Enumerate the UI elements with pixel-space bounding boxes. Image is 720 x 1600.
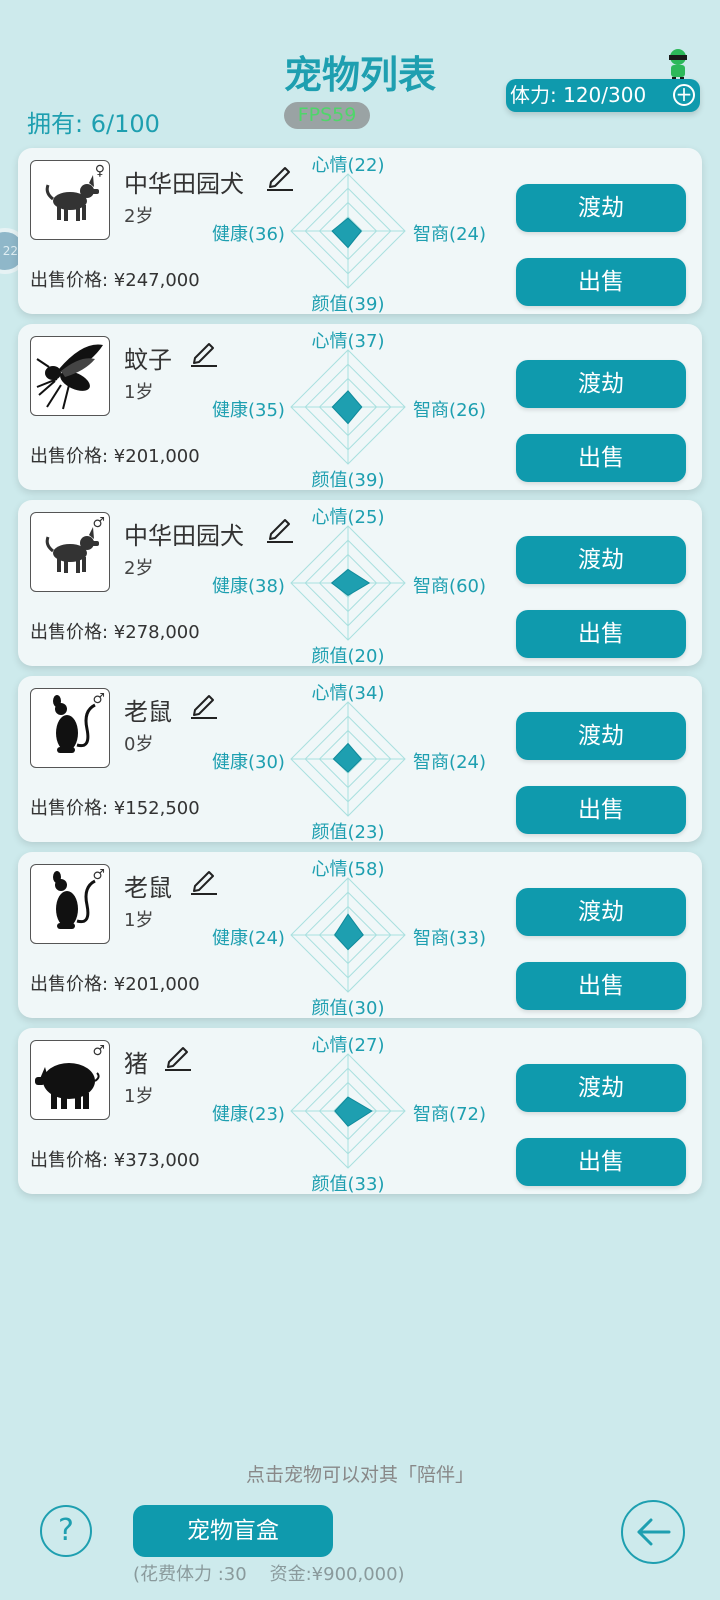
stat-intelligence: 智商(33) xyxy=(413,928,486,949)
stat-mood: 心情(25) xyxy=(311,507,385,528)
stats-radar: 心情(27) 智商(72) 颜值(33) 健康(23) xyxy=(210,1028,486,1195)
stat-mood: 心情(27) xyxy=(311,1035,385,1056)
tribulation-button[interactable]: 渡劫 xyxy=(516,1064,686,1112)
pet-age: 2岁 xyxy=(124,558,154,579)
gender-icon: ♀ xyxy=(94,163,105,179)
stat-looks: 颜值(33) xyxy=(311,1174,385,1195)
stat-looks: 颜值(23) xyxy=(311,822,385,843)
radar-value-shape xyxy=(331,390,363,425)
pet-card[interactable]: ♀ 中华田园犬 2岁 出售价格: ¥247,000 心情(22) 智商(24) … xyxy=(18,148,702,315)
sell-button[interactable]: 出售 xyxy=(516,258,686,306)
edit-name-icon[interactable] xyxy=(163,1042,193,1072)
stat-health: 健康(23) xyxy=(212,1104,285,1125)
gender-icon: ♂ xyxy=(92,515,105,531)
tribulation-button[interactable]: 渡劫 xyxy=(516,712,686,760)
dog-avatar[interactable]: ♂ xyxy=(30,512,110,592)
pet-age: 1岁 xyxy=(124,382,154,403)
pet-card[interactable]: ♂ 猪 1岁 出售价格: ¥373,000 心情(27) 智商(72) 颜值(3… xyxy=(18,1028,702,1195)
fps-badge: FPS59 xyxy=(284,102,370,129)
stat-mood: 心情(34) xyxy=(311,683,385,704)
stat-health: 健康(24) xyxy=(212,928,285,949)
radar-value-shape xyxy=(330,568,371,597)
pet-price: 出售价格: ¥201,000 xyxy=(30,974,200,995)
hint-text: 点击宠物可以对其「陪伴」 xyxy=(245,1464,474,1486)
pet-name: 老鼠 xyxy=(124,874,172,902)
stat-mood: 心情(22) xyxy=(311,155,385,176)
pet-card[interactable]: ♂ 中华田园犬 2岁 出售价格: ¥278,000 心情(25) 智商(60) … xyxy=(18,500,702,667)
stat-mood: 心情(37) xyxy=(311,331,385,352)
stat-health: 健康(38) xyxy=(212,576,285,597)
pet-card[interactable]: ♂ 老鼠 0岁 出售价格: ¥152,500 心情(34) 智商(24) 颜值(… xyxy=(18,676,702,843)
stat-looks: 颜值(39) xyxy=(311,470,385,491)
stamina-label: 体力: 120/300 xyxy=(510,83,647,107)
rat-avatar[interactable]: ♂ xyxy=(30,688,110,768)
gender-icon: ♂ xyxy=(92,867,105,883)
stat-intelligence: 智商(26) xyxy=(413,400,486,421)
stats-radar: 心情(58) 智商(33) 颜值(30) 健康(24) xyxy=(210,852,486,1019)
stats-radar: 心情(22) 智商(24) 颜值(39) 健康(36) xyxy=(210,148,486,315)
sell-button[interactable]: 出售 xyxy=(516,610,686,658)
pet-name: 蚊子 xyxy=(124,346,172,374)
pet-name: 猪 xyxy=(124,1050,148,1078)
sell-button[interactable]: 出售 xyxy=(516,1138,686,1186)
pet-card[interactable]: 蚊子 1岁 出售价格: ¥201,000 心情(37) 智商(26) 颜值(39… xyxy=(18,324,702,491)
stat-mood: 心情(58) xyxy=(311,859,385,880)
tribulation-button[interactable]: 渡劫 xyxy=(516,184,686,232)
stat-intelligence: 智商(72) xyxy=(413,1104,486,1125)
sell-button[interactable]: 出售 xyxy=(516,786,686,834)
stat-health: 健康(30) xyxy=(212,752,285,773)
stats-radar: 心情(37) 智商(26) 颜值(39) 健康(35) xyxy=(210,324,486,491)
stat-health: 健康(35) xyxy=(212,400,285,421)
stat-looks: 颜值(30) xyxy=(311,998,385,1019)
stat-intelligence: 智商(24) xyxy=(413,752,486,773)
pet-age: 0岁 xyxy=(124,734,154,755)
pet-price: 出售价格: ¥247,000 xyxy=(30,270,200,291)
help-button[interactable]: ? xyxy=(40,1505,92,1557)
stamina-bar: 体力: 120/300 + xyxy=(506,79,700,112)
gender-icon: ♂ xyxy=(92,1043,105,1059)
stat-looks: 颜值(20) xyxy=(311,646,385,667)
rat-avatar[interactable]: ♂ xyxy=(30,864,110,944)
arrow-left-icon xyxy=(637,1518,671,1546)
pet-price: 出售价格: ¥152,500 xyxy=(30,798,200,819)
stat-intelligence: 智商(24) xyxy=(413,224,486,245)
pet-price: 出售价格: ¥278,000 xyxy=(30,622,200,643)
stat-looks: 颜值(39) xyxy=(311,294,385,315)
tribulation-button[interactable]: 渡劫 xyxy=(516,888,686,936)
pet-age: 1岁 xyxy=(124,1086,154,1107)
tribulation-button[interactable]: 渡劫 xyxy=(516,360,686,408)
tribulation-button[interactable]: 渡劫 xyxy=(516,536,686,584)
radar-value-shape xyxy=(334,913,364,951)
stat-intelligence: 智商(60) xyxy=(413,576,486,597)
pig-avatar[interactable]: ♂ xyxy=(30,1040,110,1120)
pet-card[interactable]: ♂ 老鼠 1岁 出售价格: ¥201,000 心情(58) 智商(33) 颜值(… xyxy=(18,852,702,1019)
stats-radar: 心情(25) 智商(60) 颜值(20) 健康(38) xyxy=(210,500,486,667)
dog-avatar[interactable]: ♀ xyxy=(30,160,110,240)
sell-button[interactable]: 出售 xyxy=(516,434,686,482)
pet-age: 1岁 xyxy=(124,910,154,931)
sell-button[interactable]: 出售 xyxy=(516,962,686,1010)
radar-value-shape xyxy=(332,742,362,773)
blind-box-button[interactable]: 宠物盲盒 xyxy=(133,1505,333,1557)
radar-value-shape xyxy=(331,217,362,249)
pet-price: 出售价格: ¥373,000 xyxy=(30,1150,200,1171)
back-button[interactable] xyxy=(621,1500,685,1564)
mosquito-avatar[interactable] xyxy=(30,336,110,416)
avatar[interactable] xyxy=(664,48,692,82)
pet-age: 2岁 xyxy=(124,206,154,227)
gender-icon: ♂ xyxy=(92,691,105,707)
add-stamina-icon[interactable]: + xyxy=(673,84,695,106)
owned-count: 拥有: 6/100 xyxy=(27,110,160,138)
stat-health: 健康(36) xyxy=(212,224,285,245)
pet-price: 出售价格: ¥201,000 xyxy=(30,446,200,467)
blind-box-cost: (花费体力 :30 资金:¥900,000) xyxy=(133,1564,405,1585)
stats-radar: 心情(34) 智商(24) 颜值(23) 健康(30) xyxy=(210,676,486,843)
pet-name: 老鼠 xyxy=(124,698,172,726)
